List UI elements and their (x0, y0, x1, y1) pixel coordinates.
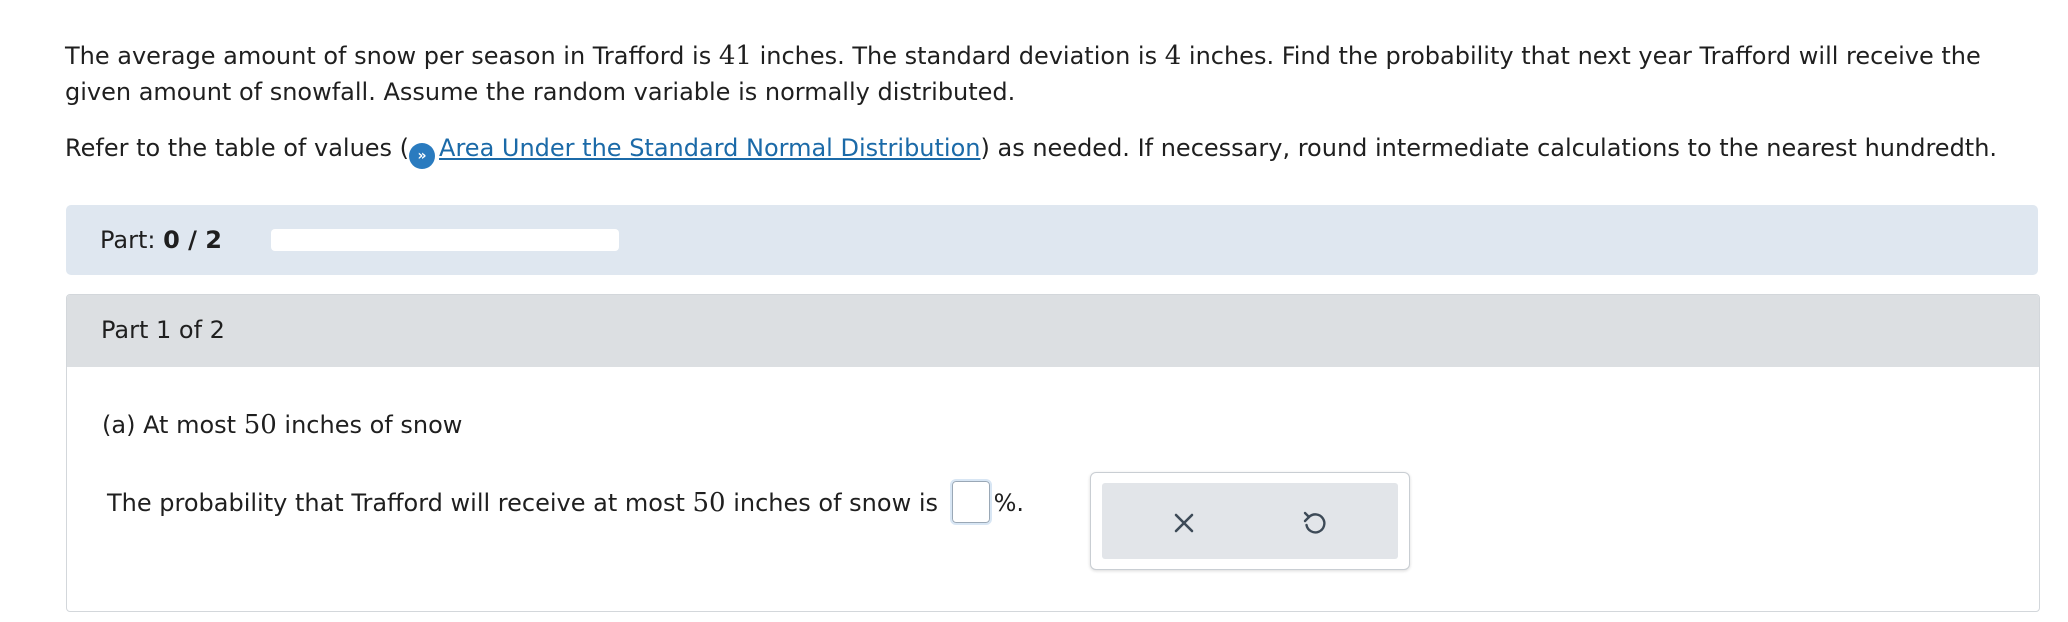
answer-value-number: 50 (692, 488, 726, 518)
reference-text-post: ) as needed. If necessary, round interme… (980, 134, 1998, 162)
part-progress-label-text: Part: (100, 226, 164, 254)
part-progress-bar: Part: 0 / 2 (66, 205, 2038, 275)
part-progress-label: Part: 0 / 2 (100, 223, 222, 257)
mean-value: 41 (718, 41, 752, 71)
part-progress-value: 0 / 2 (163, 226, 222, 254)
question-line-1: The average amount of snow per season in… (65, 38, 2045, 74)
question-text-segment: The average amount of snow per season in… (65, 42, 719, 70)
question-page: The average amount of snow per season in… (0, 0, 2068, 622)
answer-tools-panel (1090, 472, 1410, 570)
question-text: The average amount of snow per season in… (65, 38, 2045, 110)
progress-track (271, 229, 619, 251)
reference-text-pre: Refer to the table of values ( (65, 134, 410, 162)
sub-question-a: (a) At most 50 inches of snow (102, 407, 462, 443)
answer-text: inches of snow is (725, 489, 946, 517)
normal-table-link[interactable]: Area Under the Standard Normal Distribut… (439, 134, 980, 162)
part-panel: Part 1 of 2 (a) At most 50 inches of sno… (66, 294, 2040, 612)
undo-icon (1303, 511, 1326, 534)
part-header: Part 1 of 2 (67, 295, 2039, 367)
clear-button[interactable] (1164, 503, 1204, 543)
sub-question-value: 50 (243, 410, 277, 440)
question-text-segment: inches. The standard deviation is (751, 42, 1165, 70)
question-text-segment: inches. Find the probability that next y… (1181, 42, 1981, 70)
sub-question-text: (a) At most (102, 411, 244, 439)
answer-tools-bar (1102, 483, 1398, 559)
info-icon[interactable]: » (409, 143, 436, 169)
undo-button[interactable] (1294, 503, 1334, 543)
answer-line: The probability that Trafford will recei… (107, 479, 1025, 525)
probability-answer-input[interactable] (949, 479, 992, 525)
percent-sign: %. (993, 489, 1025, 517)
reference-line: Refer to the table of values (» Area Unde… (65, 130, 2055, 169)
sub-question-text: inches of snow (276, 411, 463, 439)
part-header-label: Part 1 of 2 (101, 316, 225, 344)
sd-value: 4 (1164, 41, 1182, 71)
answer-text: The probability that Trafford will recei… (107, 489, 693, 517)
question-line-2: given amount of snowfall. Assume the ran… (65, 78, 1016, 106)
close-icon (1174, 513, 1194, 533)
